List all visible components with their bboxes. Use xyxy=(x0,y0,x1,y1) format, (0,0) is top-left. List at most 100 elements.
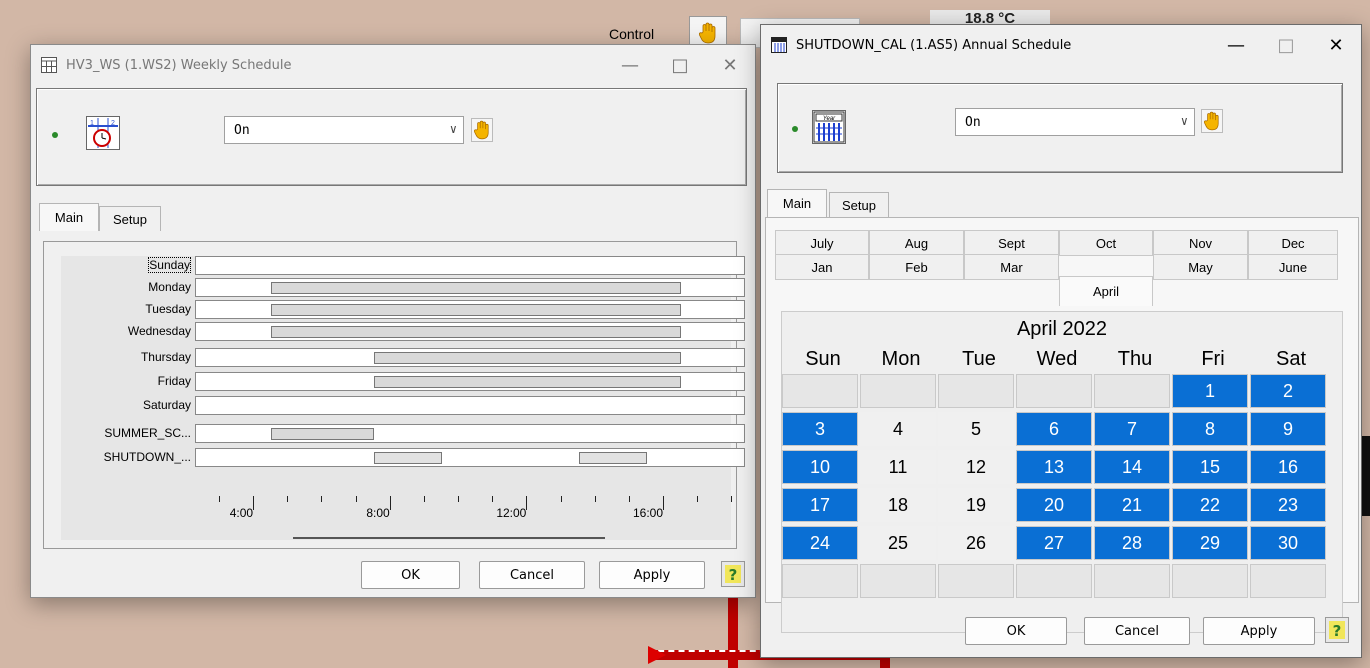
tab-main[interactable]: Main xyxy=(767,189,827,217)
axis-tick xyxy=(594,496,596,502)
manual-hand-icon[interactable] xyxy=(1201,109,1223,133)
calendar-empty-cell[interactable] xyxy=(1094,564,1170,598)
schedule-segment[interactable] xyxy=(578,452,647,464)
tab-setup[interactable]: Setup xyxy=(99,206,161,231)
calendar-empty-cell[interactable] xyxy=(938,564,1014,598)
help-icon[interactable]: ? xyxy=(721,561,745,587)
calendar-empty-cell[interactable] xyxy=(1016,564,1092,598)
calendar-day[interactable]: 2 xyxy=(1250,374,1326,408)
calendar-day[interactable]: 13 xyxy=(1016,450,1092,484)
calendar-day[interactable]: 21 xyxy=(1094,488,1170,522)
schedule-timeline[interactable] xyxy=(195,396,745,415)
calendar-day[interactable]: 25 xyxy=(860,526,936,560)
apply-button[interactable]: Apply xyxy=(1203,617,1315,645)
calendar-day[interactable]: 27 xyxy=(1016,526,1092,560)
close-icon[interactable]: ✕ xyxy=(705,45,755,85)
month-tab[interactable]: Feb xyxy=(869,254,964,280)
minimize-icon[interactable]: — xyxy=(1211,25,1261,65)
month-tab[interactable]: Sept xyxy=(964,230,1059,256)
weekday-header: Thu xyxy=(1117,348,1153,370)
calendar-day[interactable]: 3 xyxy=(782,412,858,446)
month-tab[interactable]: April xyxy=(1059,276,1153,306)
schedule-segment[interactable] xyxy=(271,304,682,316)
schedule-timeline[interactable] xyxy=(195,448,745,467)
ok-button[interactable]: OK xyxy=(361,561,460,589)
calendar-day[interactable]: 6 xyxy=(1016,412,1092,446)
calendar-day[interactable]: 24 xyxy=(782,526,858,560)
help-icon[interactable]: ? xyxy=(1325,617,1349,643)
close-icon[interactable]: ✕ xyxy=(1311,25,1361,65)
calendar-empty-cell[interactable] xyxy=(860,564,936,598)
apply-button[interactable]: Apply xyxy=(599,561,705,589)
calendar-day[interactable]: 4 xyxy=(860,412,936,446)
chevron-down-icon: ∨ xyxy=(449,122,457,136)
schedule-timeline[interactable] xyxy=(195,322,745,341)
schedule-segment[interactable] xyxy=(271,282,682,294)
calendar-day[interactable]: 8 xyxy=(1172,412,1248,446)
calendar-day[interactable]: 19 xyxy=(938,488,1014,522)
schedule-timeline[interactable] xyxy=(195,348,745,367)
calendar-day[interactable]: 5 xyxy=(938,412,1014,446)
calendar-day[interactable]: 23 xyxy=(1250,488,1326,522)
schedule-segment[interactable] xyxy=(373,452,442,464)
calendar-day[interactable]: 15 xyxy=(1172,450,1248,484)
month-tab[interactable]: Jan xyxy=(775,254,869,280)
schedule-segment[interactable] xyxy=(271,326,682,338)
calendar-day[interactable]: 14 xyxy=(1094,450,1170,484)
month-tab[interactable]: Aug xyxy=(869,230,964,256)
calendar-day[interactable]: 9 xyxy=(1250,412,1326,446)
schedule-segment[interactable] xyxy=(373,376,682,388)
calendar-empty-cell[interactable] xyxy=(782,564,858,598)
calendar-day[interactable]: 11 xyxy=(860,450,936,484)
month-tab[interactable]: Dec xyxy=(1248,230,1338,256)
schedule-segment[interactable] xyxy=(373,352,682,364)
month-tab[interactable]: June xyxy=(1248,254,1338,280)
month-tab[interactable]: July xyxy=(775,230,869,256)
schedule-timeline[interactable] xyxy=(195,372,745,391)
tab-setup[interactable]: Setup xyxy=(829,192,889,217)
calendar-empty-cell[interactable] xyxy=(1094,374,1170,408)
calendar-day[interactable]: 10 xyxy=(782,450,858,484)
cancel-button[interactable]: Cancel xyxy=(479,561,585,589)
calendar-empty-cell[interactable] xyxy=(860,374,936,408)
schedule-row-label: Sunday xyxy=(61,256,193,274)
schedule-timeline[interactable] xyxy=(195,300,745,319)
calendar-empty-cell[interactable] xyxy=(1016,374,1092,408)
month-tab[interactable]: Oct xyxy=(1059,230,1153,256)
month-tab[interactable]: May xyxy=(1153,254,1248,280)
calendar-empty-cell[interactable] xyxy=(1172,564,1248,598)
calendar-empty-cell[interactable] xyxy=(1250,564,1326,598)
calendar-empty-cell[interactable] xyxy=(938,374,1014,408)
schedule-timeline[interactable] xyxy=(195,256,745,275)
tab-main[interactable]: Main xyxy=(39,203,99,231)
value-select[interactable]: On ∨ xyxy=(224,116,464,144)
title-bar[interactable]: HV3_WS (1.WS2) Weekly Schedule — □ ✕ xyxy=(31,45,755,85)
schedule-segment[interactable] xyxy=(271,428,374,440)
manual-hand-icon[interactable] xyxy=(471,118,493,142)
calendar-day[interactable]: 1 xyxy=(1172,374,1248,408)
ok-button[interactable]: OK xyxy=(965,617,1067,645)
value-select[interactable]: On ∨ xyxy=(955,108,1195,136)
title-bar[interactable]: SHUTDOWN_CAL (1.AS5) Annual Schedule — □… xyxy=(761,25,1361,65)
month-tab[interactable]: Nov xyxy=(1153,230,1248,256)
maximize-icon[interactable]: □ xyxy=(655,45,705,85)
calendar-day[interactable]: 17 xyxy=(782,488,858,522)
schedule-timeline[interactable] xyxy=(195,278,745,297)
calendar-day[interactable]: 30 xyxy=(1250,526,1326,560)
schedule-timeline[interactable] xyxy=(195,424,745,443)
calendar-day[interactable]: 18 xyxy=(860,488,936,522)
cancel-button[interactable]: Cancel xyxy=(1084,617,1190,645)
calendar-empty-cell[interactable] xyxy=(782,374,858,408)
calendar-day[interactable]: 28 xyxy=(1094,526,1170,560)
maximize-icon[interactable]: □ xyxy=(1261,25,1311,65)
calendar-day[interactable]: 26 xyxy=(938,526,1014,560)
minimize-icon[interactable]: — xyxy=(605,45,655,85)
horizontal-scrollbar[interactable] xyxy=(293,537,605,539)
calendar-day[interactable]: 7 xyxy=(1094,412,1170,446)
calendar-day[interactable]: 29 xyxy=(1172,526,1248,560)
calendar-day[interactable]: 16 xyxy=(1250,450,1326,484)
calendar-day[interactable]: 20 xyxy=(1016,488,1092,522)
month-tab[interactable]: Mar xyxy=(964,254,1059,280)
calendar-day[interactable]: 22 xyxy=(1172,488,1248,522)
calendar-day[interactable]: 12 xyxy=(938,450,1014,484)
